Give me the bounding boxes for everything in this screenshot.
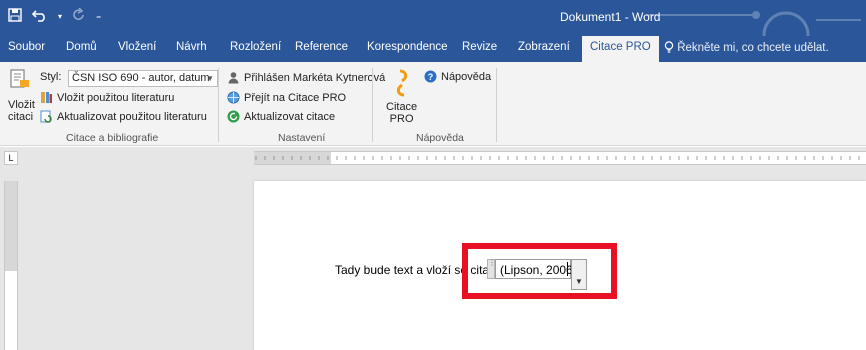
group-citace-label: Citace a bibliografie (66, 132, 159, 144)
highlight-frame (462, 243, 617, 299)
lightbulb-icon (664, 41, 677, 54)
user-icon (227, 71, 240, 84)
tab-revize[interactable]: Revize (462, 41, 497, 53)
citace-pro-label-2: PRO (389, 113, 414, 125)
signed-in-status: Přihlášen Markéta Kytnerová (227, 71, 385, 84)
tab-citace-pro[interactable]: Citace PRO (582, 36, 659, 62)
update-bibliography-button[interactable]: Aktualizovat použitou literaturu (40, 110, 207, 123)
ribbon-citace-pro: Vložit citaci Styl: ČSN ISO 690 - autor,… (0, 62, 866, 146)
redo-icon[interactable] (72, 7, 86, 26)
horizontal-ruler[interactable] (254, 151, 866, 165)
bibliography-icon (40, 91, 53, 104)
tab-zobrazeni[interactable]: Zobrazení (518, 41, 570, 53)
tab-navrh[interactable]: Návrh (176, 41, 207, 53)
undo-icon[interactable] (31, 8, 48, 26)
style-label: Styl: (40, 71, 62, 83)
style-select[interactable]: ČSN ISO 690 - autor, datum ▼ (68, 70, 218, 87)
ribbon-tabs: Soubor Domů Vložení Návrh Rozložení Refe… (0, 36, 866, 62)
tab-rozlozeni[interactable]: Rozložení (230, 41, 281, 53)
help-icon: ? (424, 70, 437, 83)
insert-citation-label-1: Vložit (8, 99, 35, 111)
tab-domu[interactable]: Domů (66, 41, 97, 53)
tab-soubor[interactable]: Soubor (8, 41, 45, 53)
citace-pro-label-1: Citace (386, 101, 418, 113)
tell-me-search[interactable]: Řekněte mi, co chcete udělat. (664, 41, 829, 54)
vertical-ruler[interactable] (4, 181, 18, 350)
insert-bibliography-button[interactable]: Vložit použitou literaturu (40, 91, 174, 104)
citace-pro-logo-icon (392, 68, 412, 101)
undo-dropdown-icon[interactable]: ▾ (58, 8, 62, 26)
group-separator (372, 68, 373, 142)
insert-bibliography-label: Vložit použitou literaturu (57, 91, 175, 104)
citace-pro-button[interactable]: Citace PRO (386, 68, 417, 125)
tell-me-placeholder: Řekněte mi, co chcete udělat. (677, 42, 829, 54)
refresh-icon (227, 110, 240, 123)
update-citations-label: Aktualizovat citace (244, 110, 336, 123)
tab-korespondence[interactable]: Korespondence (367, 41, 448, 53)
help-button[interactable]: ? Nápověda (424, 70, 491, 83)
group-separator (218, 68, 219, 142)
ruler-row: L (0, 147, 866, 169)
document-area (0, 169, 866, 350)
tab-selector[interactable]: L (4, 151, 18, 165)
chevron-down-icon: ▼ (206, 74, 214, 83)
insert-citation-button[interactable]: Vložit citaci (8, 68, 35, 123)
style-select-value: ČSN ISO 690 - autor, datum (72, 72, 210, 84)
update-citations-button[interactable]: Aktualizovat citace (227, 110, 335, 123)
quick-access-toolbar: ▾ ₌ (8, 7, 101, 26)
tab-reference[interactable]: Reference (295, 41, 348, 53)
ruler-ticks (255, 156, 860, 160)
update-bibliography-label: Aktualizovat použitou literaturu (57, 110, 207, 123)
help-label: Nápověda (441, 70, 492, 83)
svg-text:?: ? (428, 72, 434, 82)
group-napoveda-label: Nápověda (416, 132, 464, 144)
group-separator (496, 68, 497, 142)
insert-citation-icon (8, 68, 32, 95)
customize-qat-icon[interactable]: ₌ (96, 8, 101, 26)
group-nastaveni-label: Nastavení (278, 132, 326, 144)
tab-vlozeni[interactable]: Vložení (118, 41, 156, 53)
go-to-citace-button[interactable]: Přejít na Citace PRO (227, 91, 346, 104)
signed-in-label: Přihlášen Markéta Kytnerová (244, 71, 386, 84)
save-icon[interactable] (8, 8, 22, 26)
go-to-citace-label: Přejít na Citace PRO (244, 91, 347, 104)
insert-citation-label-2: citaci (8, 111, 34, 123)
globe-icon (227, 91, 240, 104)
title-bar: ▾ ₌ Dokument1 - Word (0, 0, 866, 59)
refresh-bibliography-icon (40, 110, 53, 123)
vertical-ruler-margin (5, 181, 17, 271)
